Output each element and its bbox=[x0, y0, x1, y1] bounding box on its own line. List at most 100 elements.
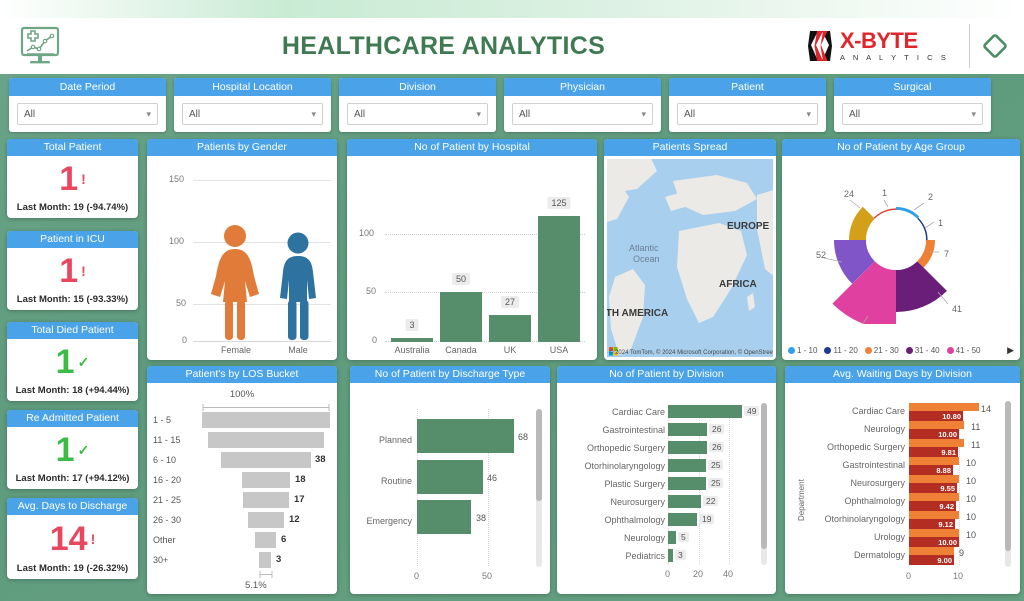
funnel-bar-other[interactable] bbox=[255, 532, 276, 548]
funnel-bar-30plus[interactable] bbox=[259, 552, 271, 568]
legend-next-arrow-icon[interactable]: ▶ bbox=[1007, 345, 1014, 356]
rose-label-51-60: 52 bbox=[816, 250, 826, 260]
bar-avg-value-cardiac-care: 10.80 bbox=[942, 412, 961, 421]
chart-patients-by-discharge-type[interactable]: No of Patient by Discharge Type Planned … bbox=[350, 366, 550, 594]
bar-orthopedic-surgery[interactable] bbox=[668, 441, 707, 454]
bar-canada[interactable] bbox=[440, 292, 482, 342]
bar-neurosurgery[interactable] bbox=[668, 495, 701, 508]
filter-division[interactable]: Division All ▾ bbox=[339, 78, 496, 132]
bar-otorhinolaryngology[interactable] bbox=[668, 459, 706, 472]
rose-label-61-70: 24 bbox=[844, 189, 854, 199]
chart-patients-by-los-bucket[interactable]: Patient's by LOS Bucket 100% 1 - 5 11 - … bbox=[147, 366, 337, 594]
bar-uk[interactable] bbox=[489, 315, 531, 342]
filter-dropdown[interactable]: All ▾ bbox=[347, 103, 488, 125]
x-tick-uk: UK bbox=[503, 345, 517, 355]
chart-patients-by-gender[interactable]: Patients by Gender 150 100 50 0 Female M… bbox=[147, 139, 337, 360]
bar-neurology[interactable] bbox=[668, 531, 676, 544]
map-viewport[interactable]: EUROPE AFRICA Atlantic Ocean ITH AMERICA… bbox=[607, 159, 773, 357]
chart-scrollbar-thumb[interactable] bbox=[536, 409, 542, 501]
chart-patients-spread-map[interactable]: Patients Spread EUROPE AFRICA Atlantic O… bbox=[604, 139, 776, 360]
bar-max-ophthalmology[interactable] bbox=[909, 493, 959, 501]
panel-title: No of Patient by Age Group bbox=[782, 139, 1020, 156]
medical-chart-monitor-icon bbox=[0, 26, 80, 66]
chart-scrollbar-thumb[interactable] bbox=[1005, 401, 1011, 551]
filter-dropdown[interactable]: All ▾ bbox=[842, 103, 983, 125]
kpi-total-died-patient[interactable]: Total Died Patient 1 ✓ Last Month: 18 (+… bbox=[7, 322, 138, 401]
legend-item-21-30[interactable]: 21 - 30 bbox=[864, 346, 899, 355]
bar-max-otorhinolaryngology[interactable] bbox=[909, 511, 959, 519]
chart-scrollbar-track[interactable] bbox=[761, 403, 767, 565]
chart-scrollbar-track[interactable] bbox=[1005, 401, 1011, 567]
bar-max-gastrointestinal[interactable] bbox=[909, 457, 959, 465]
bar-routine[interactable] bbox=[417, 460, 483, 494]
funnel-value-other: 6 bbox=[281, 534, 287, 545]
bar-ophthalmology[interactable] bbox=[668, 513, 697, 526]
legend-item-31-40[interactable]: 31 - 40 bbox=[905, 346, 940, 355]
x-tick-usa: USA bbox=[549, 345, 569, 355]
bar-max-neurology[interactable] bbox=[909, 421, 964, 429]
filter-value: All bbox=[849, 108, 861, 120]
filter-physician[interactable]: Physician All ▾ bbox=[504, 78, 661, 132]
filter-patient[interactable]: Patient All ▾ bbox=[669, 78, 826, 132]
bar-pediatrics[interactable] bbox=[668, 549, 673, 562]
chart-patients-by-age-group[interactable]: No of Patient by Age Group 2 1 7 41 52 2… bbox=[782, 139, 1020, 360]
chart-patients-by-hospital[interactable]: No of Patient by Hospital 100 50 0 3 50 … bbox=[347, 139, 597, 360]
bar-max-dermatology[interactable] bbox=[909, 547, 954, 555]
bar-usa[interactable] bbox=[538, 216, 580, 342]
bar-label-pediatrics: Pediatrics bbox=[625, 551, 665, 561]
kpi-total-patient[interactable]: Total Patient 1 ! Last Month: 19 (-94.74… bbox=[7, 139, 138, 218]
bar-max-urology[interactable] bbox=[909, 529, 959, 537]
panel-title: No of Patient by Division bbox=[557, 366, 776, 383]
bar-max-cardiac-care[interactable] bbox=[909, 403, 979, 411]
x-tick-female: Female bbox=[220, 345, 251, 355]
bar-max-value-orthopedic-surgery: 11 bbox=[971, 440, 981, 450]
brand-logo: X-BYTE A N A L Y T I C S bbox=[807, 30, 959, 62]
male-figure-icon bbox=[280, 232, 316, 340]
legend-item-11-20[interactable]: 11 - 20 bbox=[824, 346, 858, 355]
legend-item-41-50[interactable]: 41 - 50 bbox=[946, 346, 981, 355]
kpi-patient-in-icu[interactable]: Patient in ICU 1 ! Last Month: 15 (-93.3… bbox=[7, 231, 138, 310]
bar-max-orthopedic-surgery[interactable] bbox=[909, 439, 964, 447]
bar-plastic-surgery[interactable] bbox=[668, 477, 706, 490]
kpi-re-admitted-patient[interactable]: Re Admitted Patient 1 ✓ Last Month: 17 (… bbox=[7, 410, 138, 489]
diamond-icon[interactable] bbox=[980, 29, 1024, 63]
bar-gastrointestinal[interactable] bbox=[668, 423, 707, 436]
rose-chart-graphic[interactable]: 2 1 7 41 77 52 24 1 bbox=[796, 164, 1006, 324]
funnel-bar-21-25[interactable] bbox=[243, 492, 289, 508]
map-attribution: © 2024 TomTom, © 2024 Microsoft Corporat… bbox=[609, 350, 773, 356]
legend-dot bbox=[905, 347, 913, 354]
panel-title: Patients by Gender bbox=[147, 139, 337, 156]
chart-avg-waiting-days-by-division[interactable]: Avg. Waiting Days by Division Department… bbox=[785, 366, 1020, 594]
chart-scrollbar-thumb[interactable] bbox=[761, 403, 767, 549]
filter-dropdown[interactable]: All ▾ bbox=[17, 103, 158, 125]
filter-hospital-location[interactable]: Hospital Location All ▾ bbox=[174, 78, 331, 132]
chart-patients-by-division[interactable]: No of Patient by Division Cardiac Care 4… bbox=[557, 366, 776, 594]
rose-label-21-30: 7 bbox=[944, 249, 949, 259]
filter-dropdown[interactable]: All ▾ bbox=[512, 103, 653, 125]
funnel-label-other: Other bbox=[153, 535, 176, 545]
kpi-title: Re Admitted Patient bbox=[7, 410, 138, 427]
filter-dropdown[interactable]: All ▾ bbox=[677, 103, 818, 125]
funnel-value-30plus: 3 bbox=[276, 554, 282, 565]
svg-text:AFRICA: AFRICA bbox=[719, 279, 757, 290]
filter-date-period[interactable]: Date Period All ▾ bbox=[9, 78, 166, 132]
bar-avg-value-neurosurgery: 9.55 bbox=[940, 484, 955, 493]
bar-australia[interactable] bbox=[391, 338, 433, 342]
bar-max-neurosurgery[interactable] bbox=[909, 475, 959, 483]
kpi-avg-days-to-discharge[interactable]: Avg. Days to Discharge 14 ! Last Month: … bbox=[7, 498, 138, 579]
filter-dropdown[interactable]: All ▾ bbox=[182, 103, 323, 125]
chart-scrollbar-track[interactable] bbox=[536, 409, 542, 567]
legend-item-1-10[interactable]: 1 - 10 bbox=[788, 346, 817, 355]
bar-label-neurosurgery: Neurosurgery bbox=[610, 497, 665, 507]
bar-value-ophthalmology: 19 bbox=[699, 514, 715, 524]
funnel-bar-16-20[interactable] bbox=[242, 472, 290, 488]
bar-planned[interactable] bbox=[417, 419, 514, 453]
funnel-bar-6-10[interactable] bbox=[221, 452, 311, 468]
bar-emergency[interactable] bbox=[417, 500, 471, 534]
funnel-bar-1-5[interactable] bbox=[202, 412, 330, 428]
funnel-bar-11-15[interactable] bbox=[208, 432, 324, 448]
rose-label-31-40: 41 bbox=[952, 304, 962, 314]
filter-surgical[interactable]: Surgical All ▾ bbox=[834, 78, 991, 132]
bar-cardiac-care[interactable] bbox=[668, 405, 742, 418]
funnel-bar-26-30[interactable] bbox=[248, 512, 284, 528]
